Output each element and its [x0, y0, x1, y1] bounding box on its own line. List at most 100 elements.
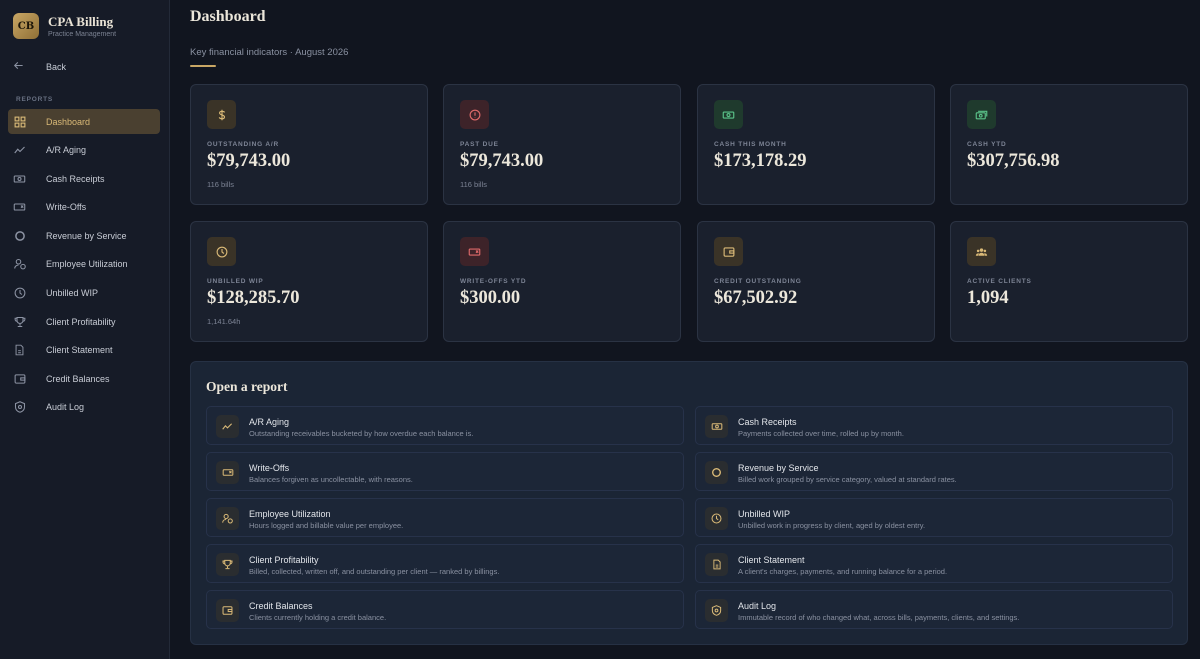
wallet-icon	[714, 237, 743, 266]
kpi-label: CASH YTD	[967, 141, 1007, 148]
wallet-icon	[216, 599, 239, 622]
report-link-client-profitability[interactable]: Client Profitability Billed, collected, …	[206, 544, 684, 583]
report-description: A client's charges, payments, and runnin…	[738, 567, 948, 576]
sidebar-item-label: Client Profitability	[46, 316, 116, 327]
kpi-card-write-offs-ytd: WRITE-OFFS YTD $300.00	[443, 221, 681, 342]
reports-section-label: REPORTS	[16, 96, 54, 103]
page-subtitle: Key financial indicators · August 2026	[190, 47, 349, 58]
sidebar-item-revenue-by-service[interactable]: Revenue by Service	[8, 223, 160, 248]
kpi-label: UNBILLED WIP	[207, 278, 264, 285]
document-icon	[13, 344, 26, 357]
sidebar-item-client-statement[interactable]: Client Statement	[8, 338, 160, 363]
donut-icon	[13, 229, 26, 242]
trend-icon	[13, 144, 26, 157]
report-link-credit-balances[interactable]: Credit Balances Clients currently holdin…	[206, 590, 684, 629]
sidebar-item-label: Unbilled WIP	[46, 288, 99, 299]
sidebar-item-label: Audit Log	[46, 402, 85, 413]
report-title: Cash Receipts	[738, 417, 797, 427]
sidebar-item-ar-aging[interactable]: A/R Aging	[8, 138, 160, 163]
sidebar-item-label: Write-Offs	[46, 202, 87, 213]
report-description: Outstanding receivables bucketed by how …	[249, 429, 474, 438]
kpi-label: OUTSTANDING A/R	[207, 141, 279, 148]
sidebar-item-dashboard[interactable]: Dashboard	[8, 109, 160, 134]
sidebar-item-label: A/R Aging	[46, 145, 87, 156]
brand[interactable]: CB CPA Billing Practice Management	[13, 13, 116, 39]
report-title: Unbilled WIP	[738, 509, 791, 519]
kpi-card-active-clients: ACTIVE CLIENTS 1,094	[950, 221, 1188, 342]
report-description: Balances forgiven as uncollectable, with…	[249, 475, 413, 484]
report-description: Payments collected over time, rolled up …	[738, 429, 904, 438]
shield-icon	[13, 401, 26, 414]
kpi-value: 1,094	[967, 288, 1009, 308]
report-title: A/R Aging	[249, 417, 290, 427]
wallet-icon	[13, 372, 26, 385]
report-title: Client Statement	[738, 555, 805, 565]
arrow-left-icon	[13, 60, 25, 74]
report-title: Audit Log	[738, 601, 777, 611]
clock-icon	[705, 507, 728, 530]
report-description: Clients currently holding a credit balan…	[249, 613, 387, 622]
dashboard-icon	[13, 115, 26, 128]
cash-stack-icon	[967, 100, 996, 129]
sidebar-item-label: Revenue by Service	[46, 230, 127, 241]
back-button[interactable]: Back	[13, 60, 66, 74]
kpi-label: CREDIT OUTSTANDING	[714, 278, 802, 285]
sidebar-item-audit-log[interactable]: Audit Log	[8, 395, 160, 420]
brand-subtitle: Practice Management	[48, 30, 117, 38]
report-title: Employee Utilization	[249, 509, 331, 519]
report-title: Credit Balances	[249, 601, 313, 611]
kpi-value: $300.00	[460, 288, 521, 308]
employee-icon	[216, 507, 239, 530]
kpi-card-credit-outstanding: CREDIT OUTSTANDING $67,502.92	[697, 221, 935, 342]
panel-title: Open a report	[206, 379, 288, 394]
sidebar-item-credit-balances[interactable]: Credit Balances	[8, 366, 160, 391]
report-link-unbilled-wip[interactable]: Unbilled WIP Unbilled work in progress b…	[695, 498, 1173, 537]
report-link-ar-aging[interactable]: A/R Aging Outstanding receivables bucket…	[206, 406, 684, 445]
cash-icon	[714, 100, 743, 129]
sidebar-item-label: Employee Utilization	[46, 259, 128, 270]
brand-title: CPA Billing	[48, 13, 114, 29]
trophy-icon	[13, 315, 26, 328]
kpi-note: 1,141.64h	[207, 317, 241, 326]
kpi-value: $307,756.98	[967, 151, 1060, 171]
sidebar-item-write-offs[interactable]: Write-Offs	[8, 195, 160, 220]
report-description: Hours logged and billable value per empl…	[249, 521, 404, 530]
brand-logo: CB	[13, 13, 39, 39]
report-link-employee-utilization[interactable]: Employee Utilization Hours logged and bi…	[206, 498, 684, 537]
kpi-card-cash-this-month: CASH THIS MONTH $173,178.29	[697, 84, 935, 205]
document-icon	[705, 553, 728, 576]
sidebar-item-unbilled-wip[interactable]: Unbilled WIP	[8, 281, 160, 306]
report-link-write-offs[interactable]: Write-Offs Balances forgiven as uncollec…	[206, 452, 684, 491]
kpi-note: 116 bills	[460, 180, 487, 189]
sidebar-item-label: Dashboard	[46, 116, 91, 127]
page-title: Dashboard	[190, 8, 266, 25]
writeoff-icon	[460, 237, 489, 266]
report-description: Billed work grouped by service category,…	[738, 475, 957, 484]
sidebar-item-cash-receipts[interactable]: Cash Receipts	[8, 166, 160, 191]
dollar-icon	[207, 100, 236, 129]
report-title: Write-Offs	[249, 463, 290, 473]
kpi-value: $128,285.70	[207, 288, 300, 308]
report-link-revenue-by-service[interactable]: Revenue by Service Billed work grouped b…	[695, 452, 1173, 491]
sidebar-nav: Dashboard A/R Aging Cash Receipts Write-…	[8, 109, 160, 424]
title-underline	[190, 65, 216, 67]
cash-icon	[705, 415, 728, 438]
sidebar-item-employee-utilization[interactable]: Employee Utilization	[8, 252, 160, 277]
kpi-value: $79,743.00	[207, 151, 291, 171]
report-link-client-statement[interactable]: Client Statement A client's charges, pay…	[695, 544, 1173, 583]
employee-icon	[13, 258, 26, 271]
alert-icon	[460, 100, 489, 129]
clock-icon	[13, 287, 26, 300]
sidebar-item-label: Credit Balances	[46, 373, 110, 384]
shield-icon	[705, 599, 728, 622]
writeoff-icon	[13, 201, 26, 214]
users-icon	[967, 237, 996, 266]
report-link-audit-log[interactable]: Audit Log Immutable record of who change…	[695, 590, 1173, 629]
report-link-cash-receipts[interactable]: Cash Receipts Payments collected over ti…	[695, 406, 1173, 445]
cash-icon	[13, 172, 26, 185]
open-report-panel: Open a report A/R Aging Outstanding rece…	[190, 361, 1188, 645]
sidebar-item-label: Cash Receipts	[46, 173, 105, 184]
clock-icon	[207, 237, 236, 266]
kpi-card-cash-ytd: CASH YTD $307,756.98	[950, 84, 1188, 205]
sidebar-item-client-profitability[interactable]: Client Profitability	[8, 309, 160, 334]
